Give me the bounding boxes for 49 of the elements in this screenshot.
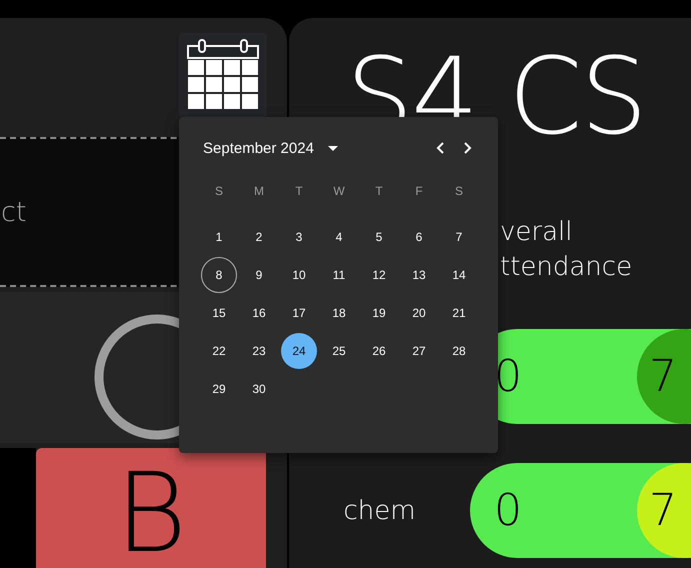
weekday-label: T bbox=[374, 183, 384, 200]
attendance-value: 0 bbox=[494, 351, 522, 402]
day-button[interactable]: 22 bbox=[201, 333, 237, 369]
day-button[interactable]: 29 bbox=[201, 371, 237, 407]
day-button[interactable]: 23 bbox=[241, 333, 277, 369]
day-button[interactable]: 20 bbox=[401, 295, 437, 331]
weekday-label: W bbox=[332, 183, 346, 200]
day-button[interactable]: 15 bbox=[201, 295, 237, 331]
day-button[interactable]: 24 bbox=[281, 333, 317, 369]
day-button[interactable]: 8 bbox=[201, 257, 237, 293]
day-button[interactable]: 12 bbox=[361, 257, 397, 293]
weekday-label: T bbox=[294, 183, 304, 200]
day-button[interactable]: 6 bbox=[401, 219, 437, 255]
overall-attendance-label: verall bbox=[500, 216, 572, 249]
weekday-label: F bbox=[414, 183, 424, 200]
day-button[interactable]: 28 bbox=[441, 333, 477, 369]
day-button[interactable]: 21 bbox=[441, 295, 477, 331]
grade-letter: B bbox=[114, 458, 188, 568]
threshold-value: 7 bbox=[649, 485, 677, 536]
dropdown-caret-icon[interactable] bbox=[328, 146, 338, 150]
day-button[interactable]: 30 bbox=[241, 371, 277, 407]
day-button[interactable]: 13 bbox=[401, 257, 437, 293]
subject-hint: ct bbox=[1, 196, 26, 228]
overall-attendance-label: ttendance bbox=[500, 251, 632, 284]
day-button[interactable]: 27 bbox=[401, 333, 437, 369]
subject-name: chem bbox=[343, 496, 416, 526]
day-button[interactable]: 26 bbox=[361, 333, 397, 369]
day-button[interactable]: 10 bbox=[281, 257, 317, 293]
calendar-icon bbox=[185, 38, 261, 112]
day-button[interactable]: 4 bbox=[321, 219, 357, 255]
threshold-value: 7 bbox=[649, 351, 677, 402]
day-button[interactable]: 18 bbox=[321, 295, 357, 331]
day-button[interactable]: 5 bbox=[361, 219, 397, 255]
previous-month-icon[interactable] bbox=[436, 142, 444, 154]
day-button[interactable]: 16 bbox=[241, 295, 277, 331]
day-button[interactable]: 11 bbox=[321, 257, 357, 293]
day-button[interactable]: 7 bbox=[441, 219, 477, 255]
day-button[interactable]: 19 bbox=[361, 295, 397, 331]
day-button[interactable]: 25 bbox=[321, 333, 357, 369]
day-button[interactable]: 14 bbox=[441, 257, 477, 293]
weekday-label: S bbox=[214, 183, 224, 200]
weekday-label: S bbox=[454, 183, 464, 200]
weekday-label: M bbox=[253, 183, 265, 200]
day-button[interactable]: 17 bbox=[281, 295, 317, 331]
day-button[interactable]: 3 bbox=[281, 219, 317, 255]
day-button[interactable]: 1 bbox=[201, 219, 237, 255]
calendar-button[interactable] bbox=[179, 33, 267, 117]
next-month-icon[interactable] bbox=[464, 142, 472, 154]
attendance-value: 0 bbox=[494, 485, 522, 536]
